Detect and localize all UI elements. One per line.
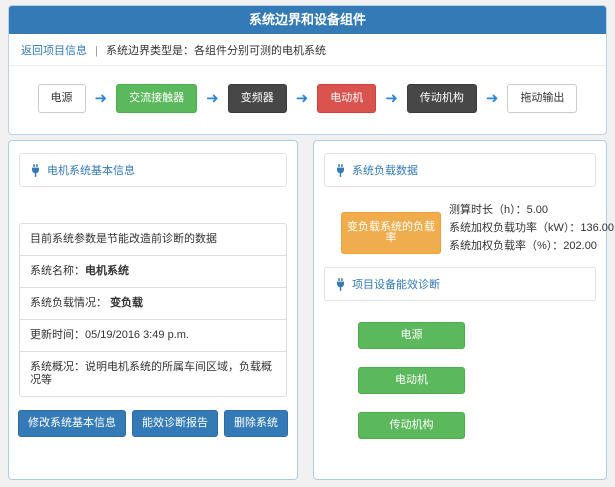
stat-duration-label: 测算时长（h）： <box>449 204 527 216</box>
diagnosis-buttons: 电源 电动机 传动机构 <box>358 322 579 439</box>
system-name-label: 系统名称： <box>30 265 85 277</box>
flow-step-drive-output[interactable]: 拖动输出 <box>507 84 577 113</box>
system-note: 目前系统参数是节能改造前诊断的数据 <box>30 233 217 245</box>
basic-info-title: 电机系统基本信息 <box>47 162 135 178</box>
edit-basic-info-button[interactable]: 修改系统基本信息 <box>18 410 126 437</box>
separator: | <box>95 45 98 57</box>
diagnose-motor-button[interactable]: 电动机 <box>358 367 465 394</box>
plug-icon <box>335 278 346 291</box>
plug-icon <box>30 164 41 177</box>
breadcrumb-row: 返回项目信息 | 系统边界类型是：各组件分别可测的电机系统 <box>9 34 606 66</box>
load-condition-label: 系统负载情况： <box>30 297 110 309</box>
list-item: 更新时间：05/19/2016 3:49 p.m. <box>20 319 286 351</box>
basic-info-header: 电机系统基本信息 <box>19 153 287 187</box>
basic-info-panel: 电机系统基本信息 目前系统参数是节能改造前诊断的数据 系统名称：电机系统 系统负… <box>8 140 298 480</box>
update-time-value: 05/19/2016 3:49 p.m. <box>85 329 189 341</box>
arrow-right-icon: ➜ <box>206 91 219 106</box>
list-item: 系统负载情况： 变负载 <box>20 287 286 319</box>
boundary-type-text: 系统边界类型是：各组件分别可测的电机系统 <box>106 45 326 57</box>
stat-weighted-rate-label: 系统加权负载率（%）： <box>449 240 563 252</box>
diagnose-transmission-button[interactable]: 传动机构 <box>358 412 465 439</box>
efficiency-report-button[interactable]: 能效诊断报告 <box>132 410 218 437</box>
list-item: 系统概况：说明电机系统的所属车间区域，负载概况等 <box>20 351 286 396</box>
stat-weighted-power-label: 系统加权负载功率（kW）： <box>449 222 580 234</box>
flow-step-inverter[interactable]: 变频器 <box>228 84 287 113</box>
delete-system-button[interactable]: 删除系统 <box>224 410 288 437</box>
stat-duration: 测算时长（h）：5.00 <box>449 201 614 219</box>
stat-duration-value: 5.00 <box>527 204 548 216</box>
diagnosis-title: 项目设备能效诊断 <box>352 276 440 292</box>
basic-info-list: 目前系统参数是节能改造前诊断的数据 系统名称：电机系统 系统负载情况： 变负载 … <box>19 223 287 397</box>
load-data-header: 系统负载数据 <box>324 153 596 187</box>
system-name-value: 电机系统 <box>85 265 129 277</box>
update-time-label: 更新时间： <box>30 329 85 341</box>
plug-icon <box>335 164 346 177</box>
system-flow-diagram: 电源 ➜ 交流接触器 ➜ 变频器 ➜ 电动机 ➜ 传动机构 ➜ 拖动输出 <box>9 66 606 134</box>
diagnose-power-button[interactable]: 电源 <box>358 322 465 349</box>
load-data-title: 系统负载数据 <box>352 162 418 178</box>
arrow-right-icon: ➜ <box>296 91 309 106</box>
flow-step-motor[interactable]: 电动机 <box>317 84 376 113</box>
arrow-right-icon: ➜ <box>486 91 499 106</box>
back-to-project-link[interactable]: 返回项目信息 <box>21 45 87 57</box>
load-data-panel: 系统负载数据 变负载系统的负载率 测算时长（h）：5.00 系统加权负载功率（k… <box>313 140 607 480</box>
flow-step-power-source[interactable]: 电源 <box>38 84 86 113</box>
system-overview-label: 系统概况： <box>30 361 85 373</box>
stat-weighted-rate-value: 202.00 <box>563 240 597 252</box>
arrow-right-icon: ➜ <box>95 91 108 106</box>
basic-info-actions: 修改系统基本信息 能效诊断报告 删除系统 <box>9 410 297 437</box>
stat-weighted-power: 系统加权负载功率（kW）：136.00 <box>449 219 614 237</box>
arrow-right-icon: ➜ <box>385 91 398 106</box>
list-item: 系统名称：电机系统 <box>20 255 286 287</box>
header-card: 系统边界和设备组件 返回项目信息 | 系统边界类型是：各组件分别可测的电机系统 … <box>8 5 607 135</box>
flow-step-transmission[interactable]: 传动机构 <box>407 84 477 113</box>
variable-load-rate-button[interactable]: 变负载系统的负载率 <box>341 212 441 254</box>
load-condition-value: 变负载 <box>110 297 143 309</box>
load-rate-section: 变负载系统的负载率 测算时长（h）：5.00 系统加权负载功率（kW）：136.… <box>341 201 594 255</box>
stat-weighted-power-value: 136.00 <box>580 222 614 234</box>
load-stats: 测算时长（h）：5.00 系统加权负载功率（kW）：136.00 系统加权负载率… <box>449 201 614 255</box>
page-title: 系统边界和设备组件 <box>9 6 606 34</box>
diagnosis-header: 项目设备能效诊断 <box>324 267 596 301</box>
list-item: 目前系统参数是节能改造前诊断的数据 <box>20 224 286 255</box>
stat-weighted-rate: 系统加权负载率（%）：202.00 <box>449 237 614 255</box>
flow-step-ac-contactor[interactable]: 交流接触器 <box>116 84 197 113</box>
